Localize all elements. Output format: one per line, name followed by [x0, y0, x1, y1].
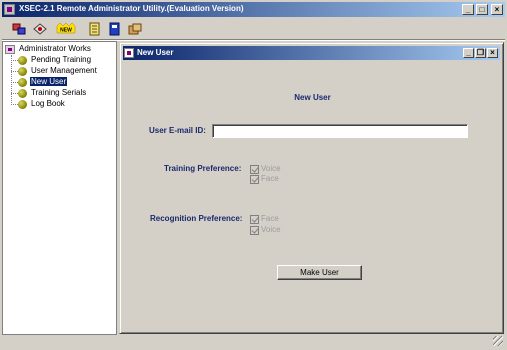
checkbox-label: Face: [261, 214, 279, 223]
frame-minimize-button[interactable]: _: [463, 48, 474, 58]
minimize-button[interactable]: _: [462, 4, 474, 15]
resize-grip[interactable]: [493, 336, 503, 346]
checkbox-icon: [250, 175, 259, 184]
tree-item-label: Pending Training: [31, 55, 92, 64]
node-bullet-icon: [18, 67, 27, 76]
tree-item-label: New User: [28, 76, 69, 87]
new-user-frame: New User _ ❐ × New User User E-mail ID: …: [119, 42, 504, 334]
document-icon[interactable]: [87, 22, 103, 36]
frame-icon[interactable]: [124, 48, 134, 58]
tree-item-label: User Management: [31, 66, 97, 75]
node-bullet-icon: [18, 100, 27, 109]
tree-connector: [11, 82, 18, 83]
toolbar: NEW: [2, 19, 505, 39]
recognition-preference-label: Recognition Preference:: [150, 214, 243, 223]
window-title: XSEC-2.1 Remote Administrator Utility.(E…: [19, 4, 244, 13]
training-preference-label: Training Preference:: [164, 164, 242, 173]
email-label: User E-mail ID:: [149, 126, 206, 135]
tree-connector: [11, 93, 18, 94]
book-icon[interactable]: [107, 22, 123, 36]
svg-text:NEW: NEW: [60, 28, 72, 34]
frame-title-bar[interactable]: New User _ ❐ ×: [123, 46, 500, 60]
checkbox-icon: [250, 215, 259, 224]
checkbox-label: Voice: [261, 164, 281, 173]
application-window: XSEC-2.1 Remote Administrator Utility.(E…: [0, 0, 507, 350]
frame-title: New User: [137, 48, 174, 57]
tree-root-label: Administrator Works: [19, 44, 91, 53]
new-icon[interactable]: NEW: [56, 22, 76, 36]
tree-item-label: Log Book: [31, 99, 65, 108]
users-icon[interactable]: [12, 22, 28, 36]
frame-restore-button[interactable]: ❐: [475, 48, 486, 58]
email-field[interactable]: [212, 124, 468, 138]
checkbox-icon: [250, 165, 259, 174]
maximize-button[interactable]: □: [476, 4, 488, 15]
network-icon[interactable]: [32, 22, 48, 36]
frame-close-button[interactable]: ×: [487, 48, 498, 58]
tree-connector: [11, 104, 18, 105]
tree-connector: [11, 55, 12, 105]
tree-connector: [11, 60, 18, 61]
title-bar[interactable]: XSEC-2.1 Remote Administrator Utility.(E…: [2, 2, 505, 17]
navigation-tree[interactable]: Administrator Works Pending Training Use…: [2, 41, 117, 335]
export-icon[interactable]: [127, 22, 143, 36]
checkbox-label: Voice: [261, 225, 281, 234]
checkbox-icon: [250, 226, 259, 235]
form-heading: New User: [294, 93, 331, 102]
folder-icon: [5, 45, 15, 54]
close-button[interactable]: ×: [491, 4, 503, 15]
make-user-button[interactable]: Make User: [277, 265, 362, 280]
node-bullet-icon: [18, 78, 27, 87]
tree-item-label: Training Serials: [31, 88, 87, 97]
app-icon[interactable]: [4, 4, 15, 15]
status-bar: [2, 336, 505, 348]
node-bullet-icon: [18, 56, 27, 65]
node-bullet-icon: [18, 89, 27, 98]
checkbox-label: Face: [261, 174, 279, 183]
tree-connector: [11, 71, 18, 72]
